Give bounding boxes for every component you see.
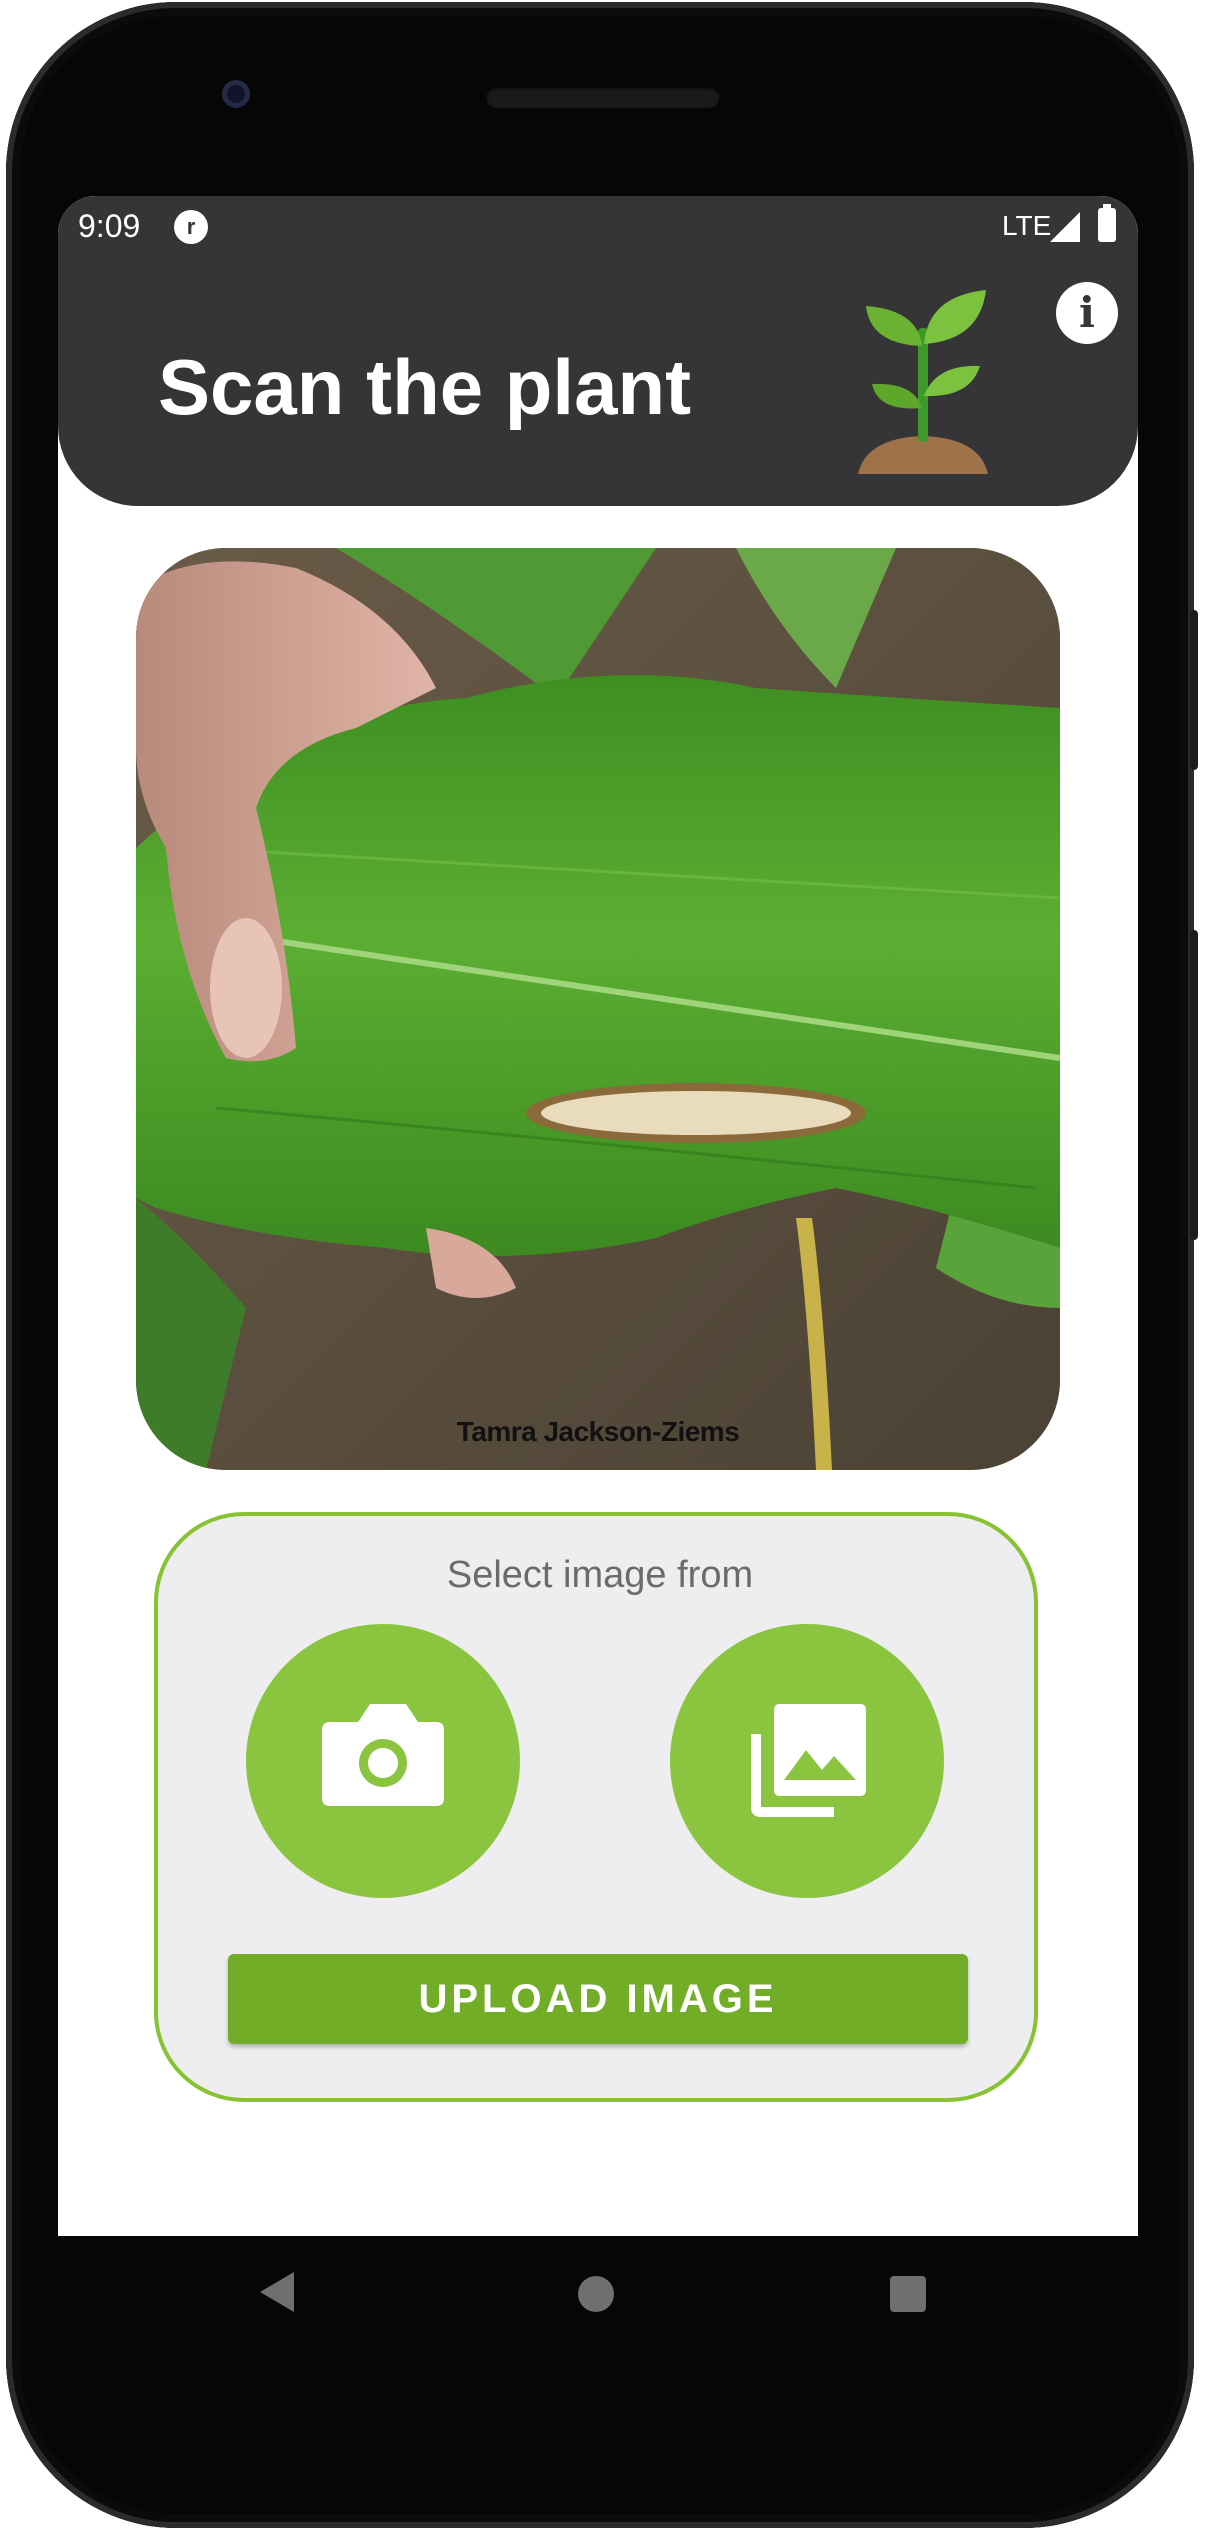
power-button xyxy=(1190,610,1198,770)
battery-icon xyxy=(1098,204,1116,242)
volume-button xyxy=(1190,930,1198,1240)
upload-image-button[interactable]: UPLOAD IMAGE xyxy=(228,1954,968,2044)
camera-icon xyxy=(322,1704,444,1806)
gallery-icon xyxy=(751,1704,866,1817)
earpiece-speaker xyxy=(486,86,720,108)
page-title: Scan the plant xyxy=(158,343,692,431)
notification-app-icon: r xyxy=(174,210,208,244)
home-icon[interactable] xyxy=(578,2276,614,2312)
photo-credit: Tamra Jackson-Ziems xyxy=(456,1416,740,1447)
sprout-icon xyxy=(858,290,988,474)
app-header: 9:09 r LTE Scan the plant i xyxy=(58,196,1138,506)
back-icon[interactable] xyxy=(260,2272,294,2312)
image-source-card: Select image from UPLOAD IMAGE xyxy=(154,1512,1038,2102)
status-time: 9:09 xyxy=(78,208,141,244)
gallery-button[interactable] xyxy=(670,1624,944,1898)
network-type: LTE xyxy=(1002,210,1052,241)
leaf-image xyxy=(136,548,1060,1470)
recents-icon[interactable] xyxy=(890,2276,926,2312)
camera-button[interactable] xyxy=(246,1624,520,1898)
info-button[interactable]: i xyxy=(1056,282,1118,344)
plant-photo: Tamra Jackson-Ziems xyxy=(136,548,1060,1470)
select-image-label: Select image from xyxy=(446,1554,754,1596)
app-screen: 9:09 r LTE Scan the plant i Tamra Jackso… xyxy=(58,196,1138,2236)
front-camera xyxy=(222,80,250,108)
signal-icon xyxy=(1050,212,1080,242)
